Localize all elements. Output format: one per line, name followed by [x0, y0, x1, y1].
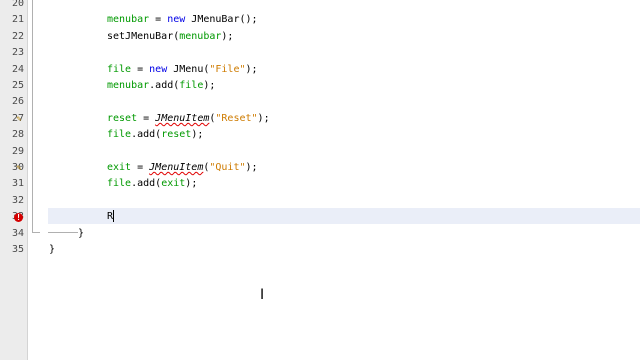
- line-number: 32: [11, 194, 24, 206]
- code-line[interactable]: 28 file.add(reset);: [0, 127, 640, 143]
- line-number: 26: [11, 96, 24, 108]
- line-number: 21: [11, 14, 24, 26]
- closing-brace: }: [49, 244, 56, 255]
- line-number: 24: [11, 63, 24, 75]
- code-line[interactable]: 35}: [0, 242, 640, 258]
- code-line[interactable]: 25 menubar.add(file);: [0, 78, 640, 94]
- code-line[interactable]: 22 setJMenuBar(menubar);: [0, 29, 640, 45]
- code-line[interactable]: 27reset = JMenuItem("Reset");: [0, 111, 640, 127]
- code-text[interactable]: menubar.add(file);: [107, 78, 215, 94]
- code-line[interactable]: 33!R: [0, 209, 640, 225]
- code-editor[interactable]: 20 21 menubar = new JMenuBar(); 22 setJMenuB…: [0, 0, 640, 360]
- line-number: 29: [11, 145, 24, 157]
- code-line[interactable]: 26: [0, 94, 640, 110]
- fold-guide-end: [32, 232, 40, 233]
- line-number: 25: [11, 80, 24, 91]
- code-text[interactable]: file.add(exit);: [107, 176, 197, 192]
- fold-guide-end: [48, 232, 78, 233]
- code-line[interactable]: 24 file = new JMenu("File");: [0, 62, 640, 78]
- code-line[interactable]: 30exit = JMenuItem("Quit");: [0, 160, 640, 176]
- line-number: 20: [11, 0, 24, 9]
- line-number: 23: [11, 47, 24, 59]
- text-ibeam-cursor-icon: I: [260, 287, 265, 303]
- code-line[interactable]: 20: [0, 0, 640, 12]
- code-text[interactable]: exit = JMenuItem("Quit");: [107, 160, 258, 176]
- code-text[interactable]: file.add(reset);: [107, 127, 203, 143]
- code-line[interactable]: 31 file.add(exit);: [0, 176, 640, 192]
- line-number: 35: [11, 244, 24, 255]
- line-number: 28: [11, 129, 24, 141]
- code-line[interactable]: 23: [0, 45, 640, 61]
- line-number: 34: [11, 227, 24, 239]
- code-line[interactable]: 34}: [0, 226, 640, 242]
- code-line[interactable]: 29: [0, 144, 640, 160]
- code-text[interactable]: setJMenuBar(menubar);: [107, 29, 233, 45]
- code-text[interactable]: R: [107, 209, 115, 225]
- code-text[interactable]: reset = JMenuItem("Reset");: [107, 111, 270, 127]
- code-line[interactable]: 21 menubar = new JMenuBar();: [0, 12, 640, 28]
- warning-icon[interactable]: [14, 163, 24, 173]
- text-caret: [113, 210, 115, 223]
- code-line[interactable]: 32: [0, 193, 640, 209]
- code-text[interactable]: file = new JMenu("File");: [107, 62, 258, 78]
- closing-brace: }: [78, 227, 85, 239]
- line-number: 31: [11, 178, 24, 190]
- warning-icon[interactable]: [14, 114, 24, 124]
- line-number: 22: [11, 30, 24, 42]
- code-text[interactable]: menubar = new JMenuBar();: [107, 12, 258, 28]
